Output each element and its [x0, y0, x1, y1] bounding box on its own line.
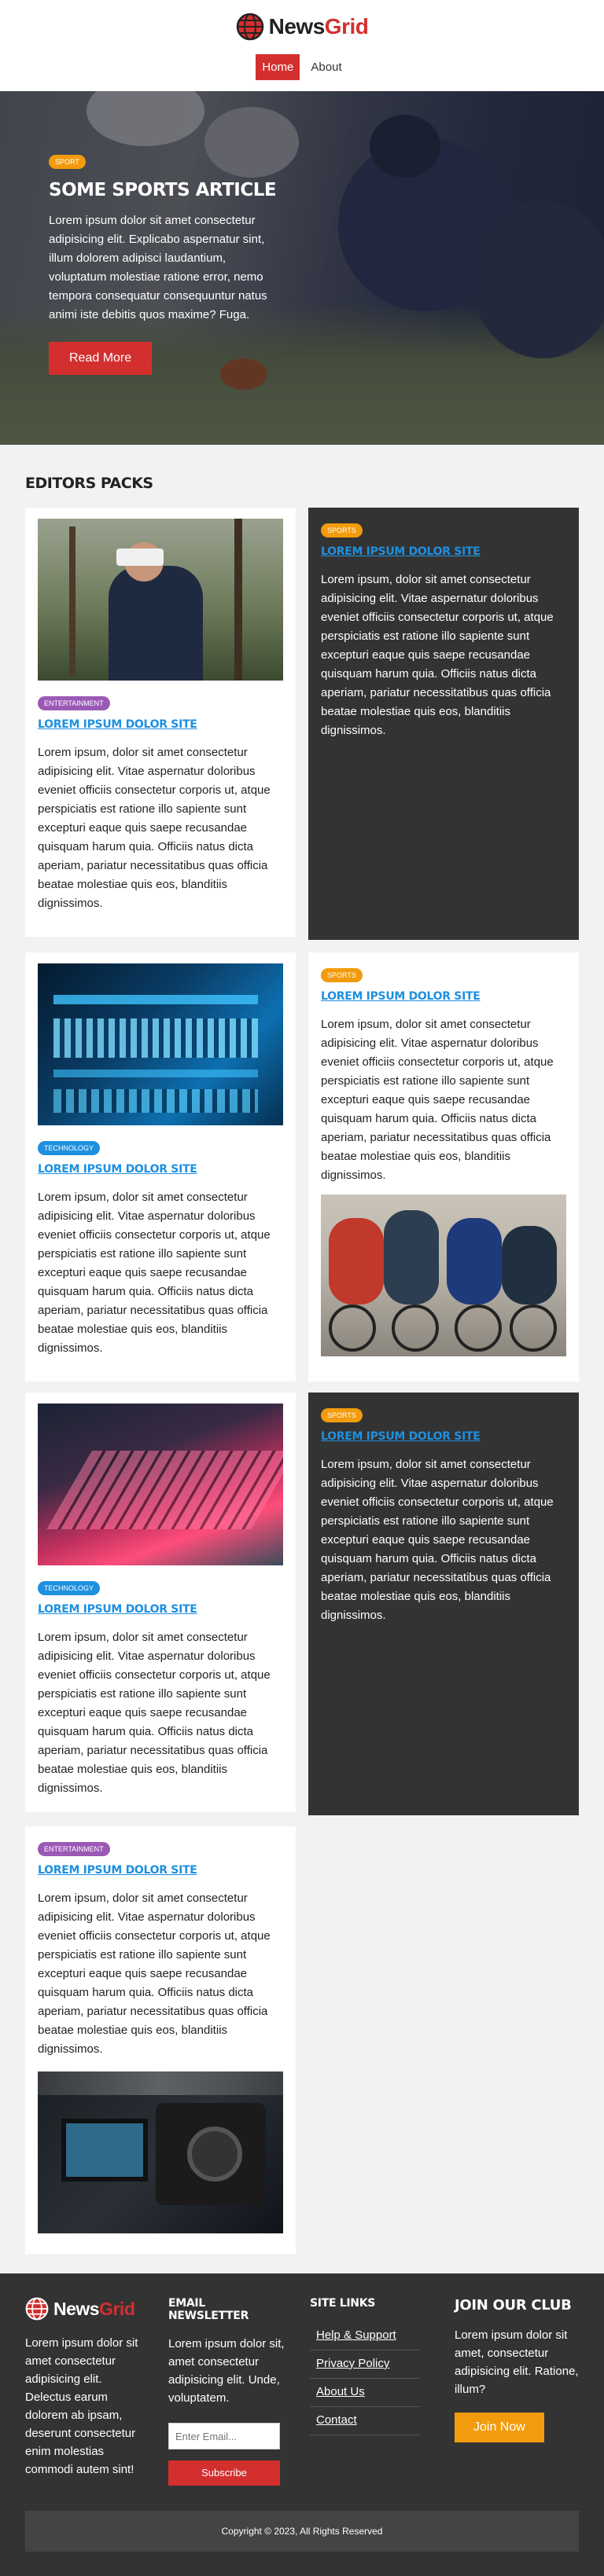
- footer-about: NewsGrid Lorem ipsum dolor sit amet cons…: [25, 2297, 151, 2479]
- newsletter-heading: EMAIL NEWSLETTER: [168, 2297, 249, 2322]
- article-card[interactable]: Entertainment LOREM IPSUM DOLOR SITE Lor…: [25, 1826, 296, 2254]
- hero-text: Lorem ipsum dolor sit amet consectetur a…: [49, 214, 267, 321]
- read-more-button[interactable]: Read More: [49, 342, 153, 375]
- hero-content: Sport SOME SPORTS ARTICLE Lorem ipsum do…: [49, 154, 285, 375]
- card-title[interactable]: LOREM IPSUM DOLOR SITE: [38, 1163, 283, 1176]
- main-nav: Home About: [0, 54, 604, 80]
- footer-links: SITE LINKS Help & Support Privacy Policy…: [310, 2297, 436, 2435]
- join-now-button[interactable]: Join Now: [455, 2413, 544, 2442]
- logo-primary: News: [268, 14, 326, 39]
- link-contact[interactable]: Contact: [310, 2407, 420, 2435]
- footer-logo[interactable]: NewsGrid: [25, 2297, 135, 2321]
- card-badge[interactable]: Technology: [38, 1141, 101, 1155]
- footer-club: JOIN OUR CLUB Lorem ipsum dolor sit amet…: [455, 2297, 580, 2442]
- card-badge[interactable]: Sports: [321, 1408, 363, 1422]
- hero-badge[interactable]: Sport: [49, 155, 86, 169]
- article-card[interactable]: Entertainment LOREM IPSUM DOLOR SITE Lor…: [25, 508, 296, 937]
- card-badge[interactable]: Entertainment: [38, 696, 110, 710]
- card-title[interactable]: LOREM IPSUM DOLOR SITE: [38, 718, 283, 731]
- server-rack-image: [38, 963, 283, 1125]
- nav-home[interactable]: Home: [256, 54, 300, 80]
- card-badge[interactable]: Technology: [38, 1581, 101, 1595]
- card-title[interactable]: LOREM IPSUM DOLOR SITE: [321, 990, 566, 1003]
- card-badge[interactable]: Entertainment: [38, 1842, 110, 1856]
- email-input[interactable]: [168, 2423, 280, 2449]
- copyright: Copyright © 2023, All Rights Reserved: [25, 2511, 579, 2552]
- newsletter-text: Lorem ipsum dolor sit, amet consectetur …: [168, 2337, 285, 2405]
- card-text: Lorem ipsum, dolor sit amet consectetur …: [321, 1018, 554, 1182]
- article-card[interactable]: Sports LOREM IPSUM DOLOR SITE Lorem ipsu…: [308, 1393, 579, 1815]
- globe-icon: [25, 2297, 49, 2321]
- card-title[interactable]: LOREM IPSUM DOLOR SITE: [38, 1864, 283, 1877]
- card-text: Lorem ipsum, dolor sit amet consectetur …: [38, 1892, 271, 2056]
- footer-logo-primary: News: [53, 2298, 100, 2319]
- site-footer: NewsGrid Lorem ipsum dolor sit amet cons…: [0, 2273, 604, 2576]
- card-text: Lorem ipsum, dolor sit amet consectetur …: [38, 746, 271, 910]
- hero-banner: Sport SOME SPORTS ARTICLE Lorem ipsum do…: [0, 91, 604, 445]
- site-logo[interactable]: NewsGrid: [236, 13, 369, 41]
- logo-text: NewsGrid: [269, 14, 369, 39]
- link-privacy-policy[interactable]: Privacy Policy: [310, 2350, 420, 2379]
- link-help-support[interactable]: Help & Support: [310, 2322, 420, 2350]
- site-header: NewsGrid Home About: [0, 0, 604, 91]
- footer-about-text: Lorem ipsum dolor sit amet consectetur a…: [25, 2336, 138, 2476]
- subscribe-button[interactable]: Subscribe: [168, 2460, 280, 2486]
- club-text: Lorem ipsum dolor sit amet, consectetur …: [455, 2328, 579, 2396]
- article-card[interactable]: Technology LOREM IPSUM DOLOR SITE Lorem …: [25, 1393, 296, 1812]
- editors-grid: Entertainment LOREM IPSUM DOLOR SITE Lor…: [0, 492, 604, 2255]
- footer-newsletter: EMAIL NEWSLETTER Lorem ipsum dolor sit, …: [168, 2297, 286, 2486]
- globe-icon: [236, 13, 263, 41]
- article-card[interactable]: Sports LOREM IPSUM DOLOR SITE Lorem ipsu…: [308, 952, 579, 1382]
- cyclists-image: [321, 1194, 566, 1356]
- nav-about[interactable]: About: [304, 54, 348, 80]
- card-badge[interactable]: Sports: [321, 968, 363, 982]
- article-card[interactable]: Sports LOREM IPSUM DOLOR SITE Lorem ipsu…: [308, 508, 579, 940]
- footer-logo-secondary: Grid: [99, 2298, 135, 2319]
- link-about-us[interactable]: About Us: [310, 2379, 420, 2407]
- logo-secondary: Grid: [324, 14, 369, 39]
- article-card[interactable]: Technology LOREM IPSUM DOLOR SITE Lorem …: [25, 952, 296, 1382]
- card-text: Lorem ipsum, dolor sit amet consectetur …: [321, 573, 554, 737]
- card-text: Lorem ipsum, dolor sit amet consectetur …: [38, 1631, 271, 1795]
- hero-title: SOME SPORTS ARTICLE: [49, 180, 277, 200]
- card-text: Lorem ipsum, dolor sit amet consectetur …: [321, 1458, 554, 1622]
- card-text: Lorem ipsum, dolor sit amet consectetur …: [38, 1191, 271, 1355]
- club-heading: JOIN OUR CLUB: [455, 2297, 572, 2314]
- section-title: EDITORS PACKS: [25, 475, 153, 492]
- card-badge[interactable]: Sports: [321, 523, 363, 538]
- card-title[interactable]: LOREM IPSUM DOLOR SITE: [38, 1603, 283, 1616]
- laptop-image: [38, 1404, 283, 1565]
- vr-headset-image: [38, 519, 283, 681]
- card-title[interactable]: LOREM IPSUM DOLOR SITE: [321, 1430, 566, 1443]
- card-title[interactable]: LOREM IPSUM DOLOR SITE: [321, 545, 566, 558]
- footer-logo-text: NewsGrid: [53, 2298, 135, 2320]
- camera-image: [38, 2071, 283, 2233]
- site-links-heading: SITE LINKS: [310, 2297, 376, 2310]
